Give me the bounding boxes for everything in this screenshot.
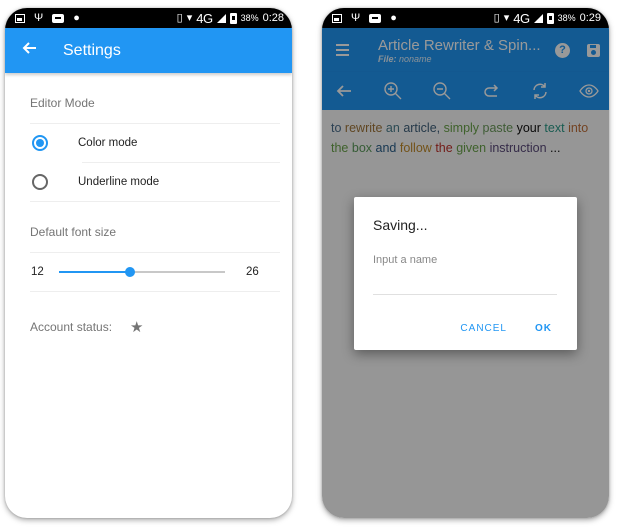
font-size-slider-row: 12 26 <box>17 253 280 291</box>
wifi-icon: ▾ <box>186 11 193 24</box>
battery-icon <box>546 12 554 24</box>
radio-color-mode[interactable]: Color mode <box>17 124 280 162</box>
slider-fill <box>59 271 131 273</box>
slider-min-label: 12 <box>31 266 44 278</box>
vibrate-icon: ▯ <box>176 11 183 24</box>
page-title: Settings <box>63 41 121 59</box>
signal-icon <box>216 13 226 23</box>
battery-percent: 38% <box>557 13 576 23</box>
settings-screen: Ψ ● ▯ ▾ 4G 38% 0:28 Settings Editor Mode… <box>5 8 292 518</box>
status-bar: Ψ ● ▯ ▾ 4G 38% 0:28 <box>5 8 292 28</box>
image-icon <box>332 13 342 23</box>
android-icon: ● <box>73 11 80 24</box>
message-icon <box>369 13 382 23</box>
network-type: 4G <box>513 10 530 26</box>
cancel-button[interactable]: CANCEL <box>460 323 507 334</box>
radio-label: Underline mode <box>78 176 160 188</box>
account-status-row: Account status: ★ <box>17 302 280 352</box>
usb-icon: Ψ <box>351 11 361 24</box>
radio-checked-icon[interactable] <box>32 135 48 151</box>
android-icon: ● <box>390 11 397 24</box>
battery-percent: 38% <box>240 13 259 23</box>
clock: 0:29 <box>579 12 601 24</box>
slider-max-label: 26 <box>246 266 259 278</box>
font-size-slider[interactable] <box>59 267 225 277</box>
radio-unchecked-icon[interactable] <box>32 174 48 190</box>
arrow-left-icon <box>22 42 36 54</box>
font-size-label: Default font size <box>30 225 117 239</box>
radio-label: Color mode <box>78 137 138 149</box>
usb-icon: Ψ <box>34 11 44 24</box>
network-type: 4G <box>196 10 213 26</box>
star-icon: ★ <box>130 319 144 336</box>
divider <box>30 291 280 292</box>
battery-icon <box>229 12 237 24</box>
dialog-actions: CANCEL OK <box>460 323 552 334</box>
back-button[interactable] <box>7 40 51 61</box>
wifi-icon: ▾ <box>503 11 510 24</box>
image-icon <box>15 13 25 23</box>
slider-thumb[interactable] <box>125 267 136 277</box>
file-name-input[interactable] <box>373 250 557 295</box>
account-status-label: Account status: <box>30 320 113 334</box>
editor-mode-label: Editor Mode <box>30 96 95 110</box>
signal-icon <box>533 13 543 23</box>
editor-screen: Ψ ● ▯ ▾ 4G 38% 0:29 Article Rewriter & S… <box>322 8 609 518</box>
message-icon <box>52 13 65 23</box>
status-bar: Ψ ● ▯ ▾ 4G 38% 0:29 <box>322 8 609 28</box>
settings-appbar: Settings <box>5 28 292 73</box>
dialog-title: Saving... <box>373 217 428 233</box>
radio-underline-mode[interactable]: Underline mode <box>17 163 280 201</box>
settings-list: Editor Mode Color mode Underline mode De… <box>5 73 292 352</box>
clock: 0:28 <box>262 12 284 24</box>
save-dialog: Saving... CANCEL OK <box>354 197 577 350</box>
ok-button[interactable]: OK <box>535 323 552 334</box>
vibrate-icon: ▯ <box>493 11 500 24</box>
